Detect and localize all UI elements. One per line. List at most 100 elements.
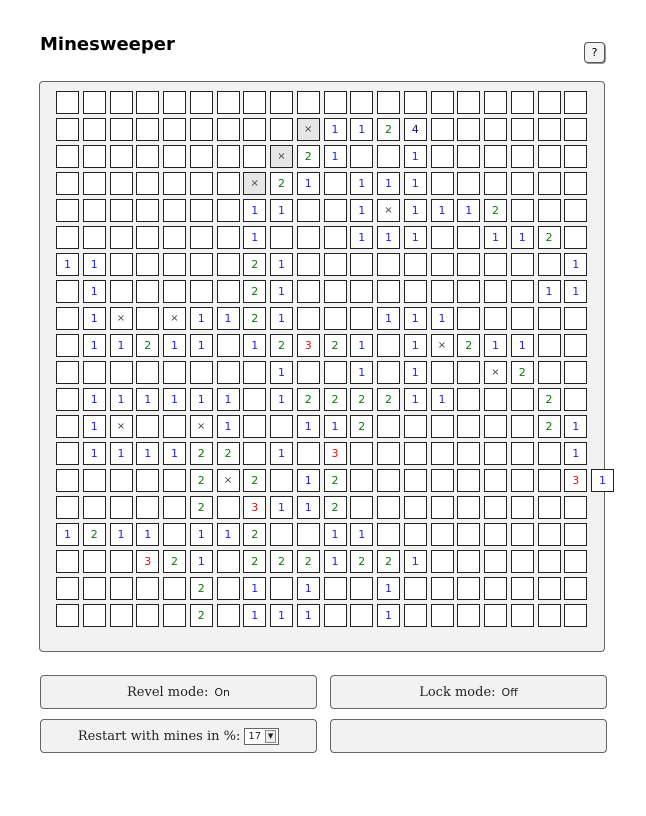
cell-unrevealed[interactable] [109, 91, 133, 114]
cell-unrevealed[interactable] [403, 415, 427, 438]
cell-unrevealed[interactable] [430, 577, 454, 600]
cell-mine-marker-icon[interactable]: × [163, 307, 186, 330]
cell-unrevealed[interactable] [56, 415, 79, 438]
cell-unrevealed[interactable] [56, 172, 79, 195]
cell-unrevealed[interactable] [377, 280, 400, 303]
cell-unrevealed[interactable] [457, 523, 481, 546]
cell-unrevealed[interactable] [56, 469, 79, 492]
cell-unrevealed[interactable] [136, 604, 160, 627]
cell-unrevealed[interactable] [109, 550, 133, 573]
cell-unrevealed[interactable] [56, 307, 79, 330]
cell-unrevealed[interactable] [484, 469, 507, 492]
cell-unrevealed[interactable] [430, 91, 454, 114]
cell-unrevealed[interactable] [82, 118, 106, 141]
cell-unrevealed[interactable] [82, 496, 106, 519]
cell-unrevealed[interactable] [484, 415, 507, 438]
cell-unrevealed[interactable] [537, 361, 561, 384]
cell-unrevealed[interactable] [430, 523, 454, 546]
cell-unrevealed[interactable] [457, 145, 481, 168]
cell-unrevealed[interactable] [403, 523, 427, 546]
cell-unrevealed[interactable] [537, 577, 561, 600]
cell-unrevealed[interactable] [430, 496, 454, 519]
cell-unrevealed[interactable] [457, 496, 481, 519]
cell-unrevealed[interactable] [564, 91, 588, 114]
cell-unrevealed[interactable] [323, 361, 347, 384]
cell-unrevealed[interactable] [243, 442, 267, 465]
cell-unrevealed[interactable] [216, 91, 240, 114]
cell-unrevealed[interactable] [510, 550, 534, 573]
cell-unrevealed[interactable] [216, 145, 240, 168]
cell-unrevealed[interactable] [109, 145, 133, 168]
cell-unrevealed[interactable] [56, 118, 79, 141]
cell-unrevealed[interactable] [82, 550, 106, 573]
cell-unrevealed[interactable] [484, 388, 507, 411]
cell-unrevealed[interactable] [564, 523, 588, 546]
cell-unrevealed[interactable] [564, 118, 588, 141]
cell-unrevealed[interactable] [163, 577, 186, 600]
cell-unrevealed[interactable] [457, 577, 481, 600]
cell-unrevealed[interactable] [564, 496, 588, 519]
cell-unrevealed[interactable] [136, 91, 160, 114]
cell-unrevealed[interactable] [457, 280, 481, 303]
cell-unrevealed[interactable] [296, 226, 320, 249]
cell-unrevealed[interactable] [403, 604, 427, 627]
cell-unrevealed[interactable] [510, 118, 534, 141]
cell-unrevealed[interactable] [163, 523, 186, 546]
cell-unrevealed[interactable] [457, 226, 481, 249]
cell-unrevealed[interactable] [510, 415, 534, 438]
cell-unrevealed[interactable] [323, 577, 347, 600]
cell-unrevealed[interactable] [457, 469, 481, 492]
cell-unrevealed[interactable] [56, 361, 79, 384]
cell-unrevealed[interactable] [136, 361, 160, 384]
cell-flag-icon[interactable]: × [296, 118, 320, 141]
cell-unrevealed[interactable] [109, 226, 133, 249]
cell-unrevealed[interactable] [403, 469, 427, 492]
cell-unrevealed[interactable] [163, 361, 186, 384]
cell-unrevealed[interactable] [56, 550, 79, 573]
cell-unrevealed[interactable] [510, 496, 534, 519]
cell-unrevealed[interactable] [377, 496, 400, 519]
cell-unrevealed[interactable] [350, 253, 374, 276]
cell-unrevealed[interactable] [109, 199, 133, 222]
cell-unrevealed[interactable] [564, 145, 588, 168]
cell-unrevealed[interactable] [537, 253, 561, 276]
cell-unrevealed[interactable] [136, 226, 160, 249]
cell-unrevealed[interactable] [510, 577, 534, 600]
cell-unrevealed[interactable] [350, 496, 374, 519]
cell-unrevealed[interactable] [564, 577, 588, 600]
cell-unrevealed[interactable] [163, 280, 186, 303]
cell-unrevealed[interactable] [189, 361, 213, 384]
cell-unrevealed[interactable] [56, 388, 79, 411]
cell-unrevealed[interactable] [216, 550, 240, 573]
cell-unrevealed[interactable] [537, 496, 561, 519]
cell-unrevealed[interactable] [403, 442, 427, 465]
cell-unrevealed[interactable] [243, 145, 267, 168]
cell-unrevealed[interactable] [403, 253, 427, 276]
cell-unrevealed[interactable] [296, 523, 320, 546]
cell-unrevealed[interactable] [109, 253, 133, 276]
cell-unrevealed[interactable] [350, 577, 374, 600]
cell-unrevealed[interactable] [216, 604, 240, 627]
cell-unrevealed[interactable] [564, 550, 588, 573]
cell-unrevealed[interactable] [82, 577, 106, 600]
cell-unrevealed[interactable] [296, 307, 320, 330]
cell-unrevealed[interactable] [457, 415, 481, 438]
cell-unrevealed[interactable] [163, 415, 186, 438]
cell-unrevealed[interactable] [243, 415, 267, 438]
cell-unrevealed[interactable] [323, 280, 347, 303]
cell-unrevealed[interactable] [189, 226, 213, 249]
cell-mine-marker-icon[interactable]: × [216, 469, 240, 492]
cell-unrevealed[interactable] [189, 118, 213, 141]
cell-unrevealed[interactable] [296, 442, 320, 465]
cell-unrevealed[interactable] [377, 334, 400, 357]
cell-unrevealed[interactable] [56, 604, 79, 627]
cell-unrevealed[interactable] [136, 199, 160, 222]
cell-unrevealed[interactable] [82, 226, 106, 249]
cell-unrevealed[interactable] [163, 199, 186, 222]
cell-unrevealed[interactable] [377, 145, 400, 168]
cell-unrevealed[interactable] [163, 604, 186, 627]
cell-unrevealed[interactable] [403, 280, 427, 303]
cell-unrevealed[interactable] [564, 388, 588, 411]
cell-unrevealed[interactable] [350, 442, 374, 465]
cell-unrevealed[interactable] [296, 253, 320, 276]
